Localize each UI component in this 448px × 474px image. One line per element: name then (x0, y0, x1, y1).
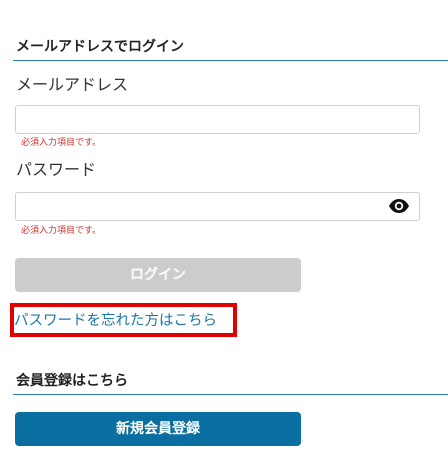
email-label: メールアドレス (16, 75, 129, 94)
password-error-message: 必須入力項目です。 (21, 226, 102, 236)
register-button[interactable]: 新規会員登録 (15, 412, 301, 446)
login-section-heading: メールアドレスでログイン (0, 39, 448, 61)
password-input[interactable] (15, 192, 420, 221)
password-label: パスワード (16, 160, 97, 179)
login-button[interactable]: ログイン (15, 258, 301, 292)
email-input[interactable] (15, 105, 420, 134)
email-error-message: 必須入力項目です。 (21, 138, 102, 148)
forgot-password-link[interactable]: パスワードを忘れた方はこちら (14, 312, 217, 330)
eye-icon[interactable] (388, 198, 410, 214)
register-section-heading: 会員登録はこちら (0, 373, 448, 395)
